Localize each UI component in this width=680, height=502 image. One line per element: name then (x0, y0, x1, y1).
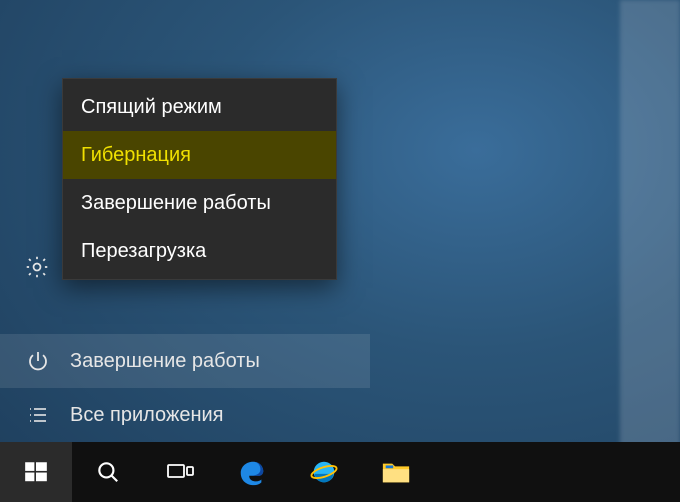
power-menu-hibernate[interactable]: Гибернация (63, 131, 336, 179)
ie-button[interactable] (288, 442, 360, 502)
taskbar (0, 442, 680, 502)
power-menu-shutdown[interactable]: Завершение работы (63, 179, 336, 227)
power-menu-item-label: Перезагрузка (81, 240, 206, 263)
rail-all-apps-button[interactable]: Все приложения (0, 388, 370, 442)
settings-icon[interactable] (24, 254, 50, 285)
power-menu: Спящий режим Гибернация Завершение работ… (62, 78, 337, 280)
search-icon (95, 459, 121, 485)
rail-all-apps-label: Все приложения (70, 404, 370, 427)
power-icon (24, 347, 52, 375)
task-view-icon (165, 460, 195, 484)
rail-power-label: Завершение работы (70, 350, 370, 373)
right-crop-fade (620, 0, 680, 502)
power-menu-item-label: Завершение работы (81, 192, 271, 215)
file-explorer-icon (381, 459, 411, 485)
rail-power-button[interactable]: Завершение работы (0, 334, 370, 388)
ie-icon (309, 457, 339, 487)
windows-logo-icon (23, 459, 49, 485)
power-menu-restart[interactable]: Перезагрузка (63, 227, 336, 275)
start-menu-rail: Завершение работы Все приложения (0, 334, 370, 442)
search-button[interactable] (72, 442, 144, 502)
edge-icon (237, 457, 267, 487)
power-menu-sleep[interactable]: Спящий режим (63, 83, 336, 131)
power-menu-item-label: Гибернация (81, 144, 191, 167)
task-view-button[interactable] (144, 442, 216, 502)
start-button[interactable] (0, 442, 72, 502)
edge-button[interactable] (216, 442, 288, 502)
power-menu-item-label: Спящий режим (81, 96, 222, 119)
file-explorer-button[interactable] (360, 442, 432, 502)
all-apps-icon (24, 401, 52, 429)
